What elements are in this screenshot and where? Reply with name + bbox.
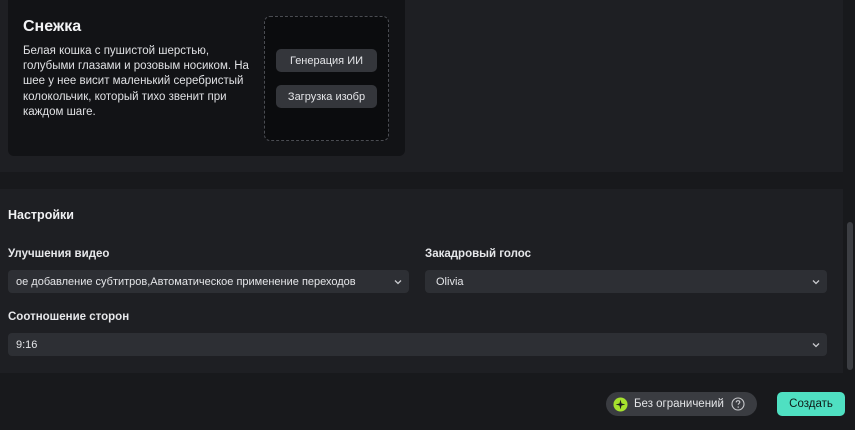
chevron-down-icon — [812, 279, 820, 284]
aspect-ratio-select[interactable]: 9:16 — [8, 333, 827, 356]
star-icon — [613, 396, 628, 412]
help-icon[interactable] — [731, 397, 745, 411]
settings-section: Настройки Улучшения видео ое добавление … — [0, 189, 843, 373]
chevron-down-icon — [812, 342, 820, 347]
character-name: Снежка — [23, 18, 82, 35]
ai-generate-button[interactable]: Генерация ИИ — [276, 49, 377, 72]
scrollbar-thumb[interactable] — [847, 222, 853, 370]
voiceover-value: Olivia — [436, 275, 464, 288]
voiceover-select[interactable]: Olivia — [425, 270, 827, 293]
character-card[interactable]: Снежка Белая кошка с пушистой шерстью, г… — [8, 0, 405, 156]
video-enhancements-select[interactable]: ое добавление субтитров,Автоматическое п… — [8, 270, 409, 293]
create-button[interactable]: Создать — [777, 392, 845, 416]
settings-title: Настройки — [8, 208, 74, 222]
video-enhancements-label: Улучшения видео — [8, 248, 110, 260]
aspect-ratio-label: Соотношение сторон — [8, 311, 130, 323]
aspect-ratio-value: 9:16 — [16, 338, 38, 351]
video-enhancements-value: ое добавление субтитров,Автоматическое п… — [16, 275, 356, 288]
character-section: Снежка Белая кошка с пушистой шерстью, г… — [0, 0, 843, 172]
usage-limit-label: Без ограничений — [634, 398, 724, 410]
usage-limit-badge[interactable]: Без ограничений — [606, 392, 757, 416]
character-description: Белая кошка с пушистой шерстью, голубыми… — [23, 45, 249, 118]
voiceover-label: Закадровый голос — [425, 248, 532, 260]
chevron-down-icon — [394, 279, 402, 284]
image-drop-zone[interactable]: Генерация ИИ Загрузка изобр — [264, 16, 389, 141]
upload-image-button[interactable]: Загрузка изобр — [276, 85, 377, 108]
